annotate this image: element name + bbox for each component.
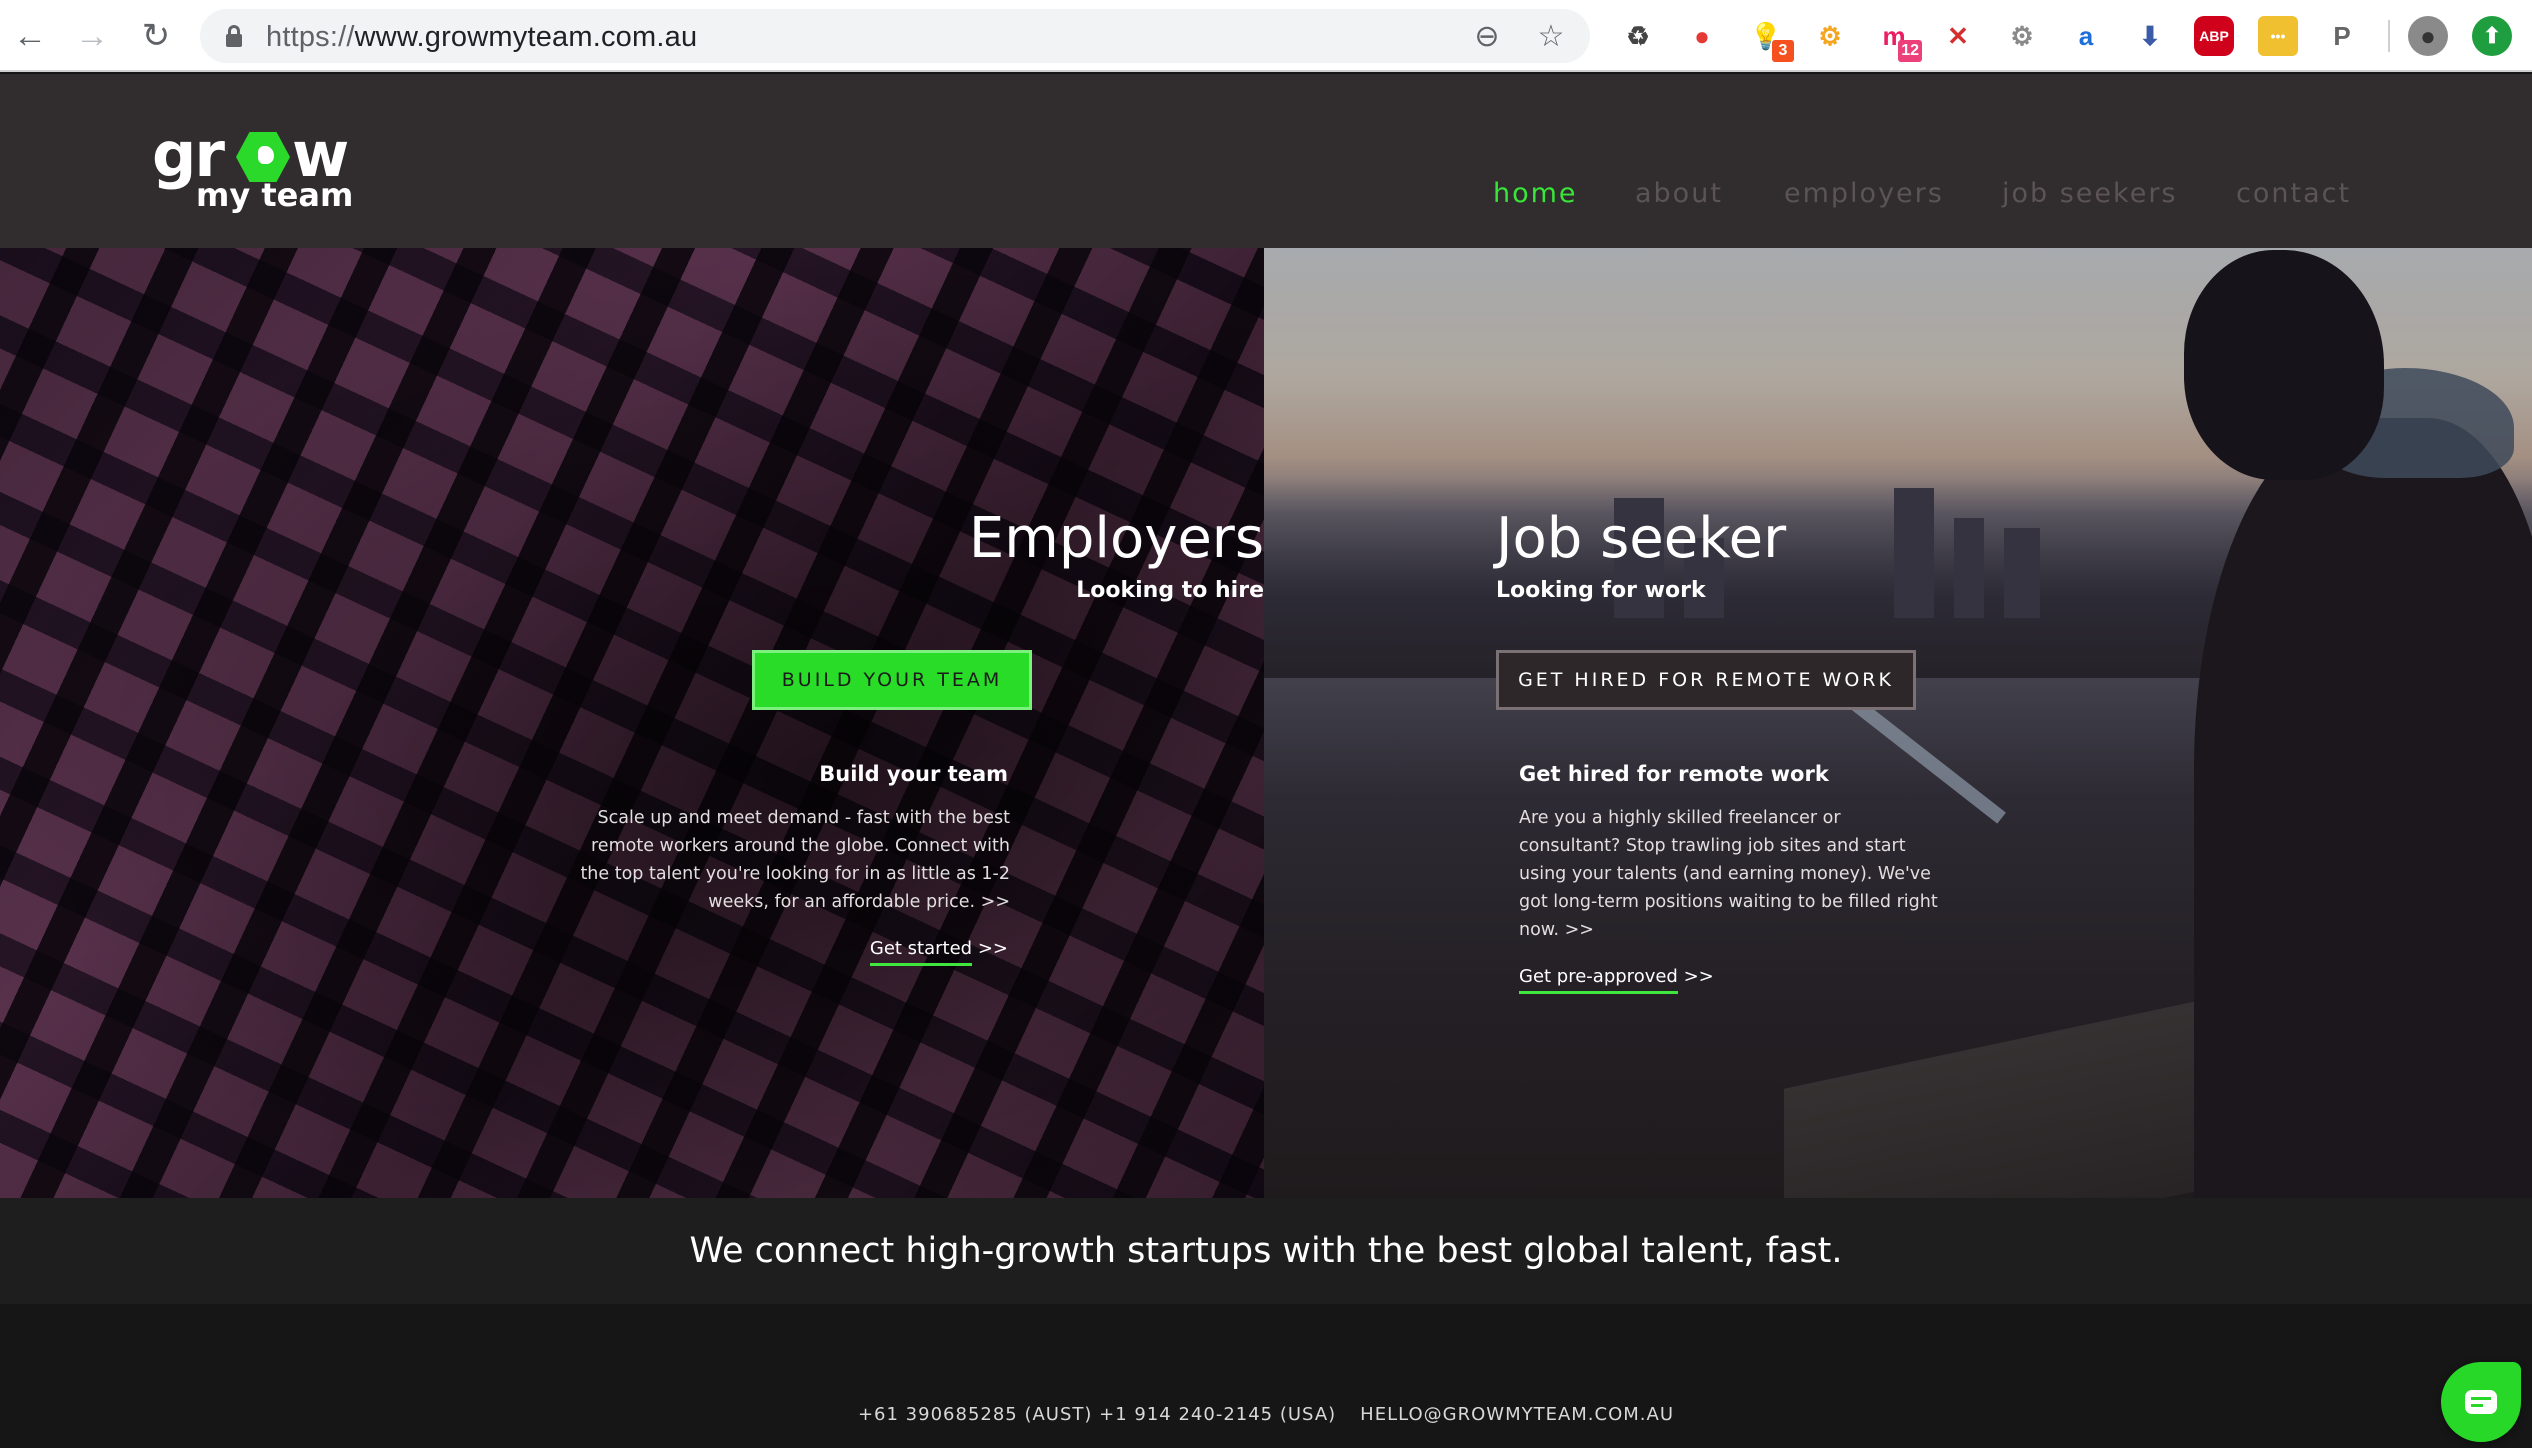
url-text[interactable]: https://www.growmyteam.com.au [266, 21, 697, 54]
build-your-team-button[interactable]: BUILD YOUR TEAM [752, 650, 1032, 710]
toolbar-divider [2388, 20, 2390, 52]
adblock-extension-icon[interactable]: ABP [2194, 16, 2234, 56]
reload-button[interactable]: ↻ [134, 14, 178, 58]
contact-line: +61 390685285 (AUST) +1 914 240-2145 (US… [0, 1404, 2532, 1425]
bookmark-star-icon[interactable]: ☆ [1534, 19, 1568, 53]
get-started-link[interactable]: Get started >> [869, 938, 1008, 966]
tagline-band: We connect high-growth startups with the… [0, 1198, 2532, 1304]
settings-gear-extension-icon[interactable]: ⚙ [2002, 16, 2042, 56]
pokeball-blocked-extension-icon[interactable]: ✕ [1938, 16, 1978, 56]
p-extension-icon[interactable]: P [2322, 16, 2362, 56]
employers-card-text: Scale up and meet demand - fast with the… [580, 808, 1010, 912]
m-extension-icon[interactable]: m 12 [1874, 16, 1922, 62]
grow-my-team-logo[interactable]: gr w my team [152, 124, 358, 224]
phone-numbers: +61 390685285 (AUST) +1 914 240-2145 (US… [857, 1404, 1337, 1425]
extension-badge: 3 [1772, 40, 1794, 62]
update-extension-icon[interactable]: ⬆ [2472, 16, 2512, 56]
back-arrow-icon: ← [13, 16, 47, 55]
lock-icon [226, 25, 242, 47]
forward-button[interactable]: → [70, 14, 114, 58]
employers-card-title: Build your team [819, 762, 1008, 786]
employers-title: Employers [968, 506, 1264, 571]
hero-section: Employers Looking to hire BUILD YOUR TEA… [0, 248, 2532, 1198]
png-download-extension-icon[interactable]: ⬇ [2130, 16, 2170, 56]
job-seeker-background-image [1264, 248, 2532, 1198]
employers-background-image [0, 248, 1264, 1198]
zoom-out-icon[interactable]: ⊖ [1470, 19, 1504, 53]
chat-bubble-icon [2465, 1390, 2497, 1414]
nav-contact[interactable]: contact [2236, 178, 2351, 209]
lastpass-extension-icon[interactable]: ••• [2258, 16, 2298, 56]
nav-job-seekers[interactable]: job seekers [2002, 178, 2177, 209]
job-seeker-card-text: Are you a highly skilled freelancer or c… [1519, 808, 1938, 940]
globe-hexagon-icon [236, 132, 290, 182]
reload-icon: ↻ [141, 17, 171, 55]
recycle-extension-icon[interactable]: ♻ [1618, 16, 1658, 56]
a-extension-icon[interactable]: a [2066, 16, 2106, 56]
accessibility-gear-extension-icon[interactable]: ⚙ [1810, 16, 1850, 56]
job-seeker-card-title: Get hired for remote work [1519, 762, 1829, 786]
person-silhouette [2064, 248, 2532, 1198]
chat-widget-button[interactable] [2441, 1362, 2521, 1442]
nav-about[interactable]: about [1635, 178, 1723, 209]
site-header: gr w my team home about employers job se… [0, 74, 2532, 248]
nav-employers[interactable]: employers [1784, 178, 1944, 209]
forward-arrow-icon: → [75, 16, 109, 55]
browser-toolbar: ← → ↻ https://www.growmyteam.com.au ⊖ ☆ … [0, 0, 2532, 72]
get-pre-approved-link[interactable]: Get pre-approved >> [1519, 966, 1714, 994]
back-button[interactable]: ← [8, 14, 52, 58]
bulb-extension-icon[interactable]: 💡 3 [1746, 16, 1794, 62]
tagline-text: We connect high-growth startups with the… [689, 1231, 1843, 1271]
address-bar[interactable]: https://www.growmyteam.com.au ⊖ ☆ [200, 9, 1590, 63]
profile-avatar[interactable]: ● [2408, 16, 2448, 56]
color-wheel-extension-icon[interactable]: ● [1682, 16, 1722, 56]
extension-badge: 12 [1898, 40, 1922, 62]
job-seeker-title: Job seeker [1496, 506, 1787, 571]
nav-home[interactable]: home [1493, 178, 1578, 209]
get-hired-button[interactable]: GET HIRED FOR REMOTE WORK [1496, 650, 1916, 710]
employers-subtitle: Looking to hire [1076, 578, 1264, 603]
email-link[interactable]: HELLO@GROWMYTEAM.COM.AU [1360, 1404, 1674, 1425]
job-seeker-subtitle: Looking for work [1496, 578, 1706, 603]
site-footer: +61 390685285 (AUST) +1 914 240-2145 (US… [0, 1304, 2532, 1448]
